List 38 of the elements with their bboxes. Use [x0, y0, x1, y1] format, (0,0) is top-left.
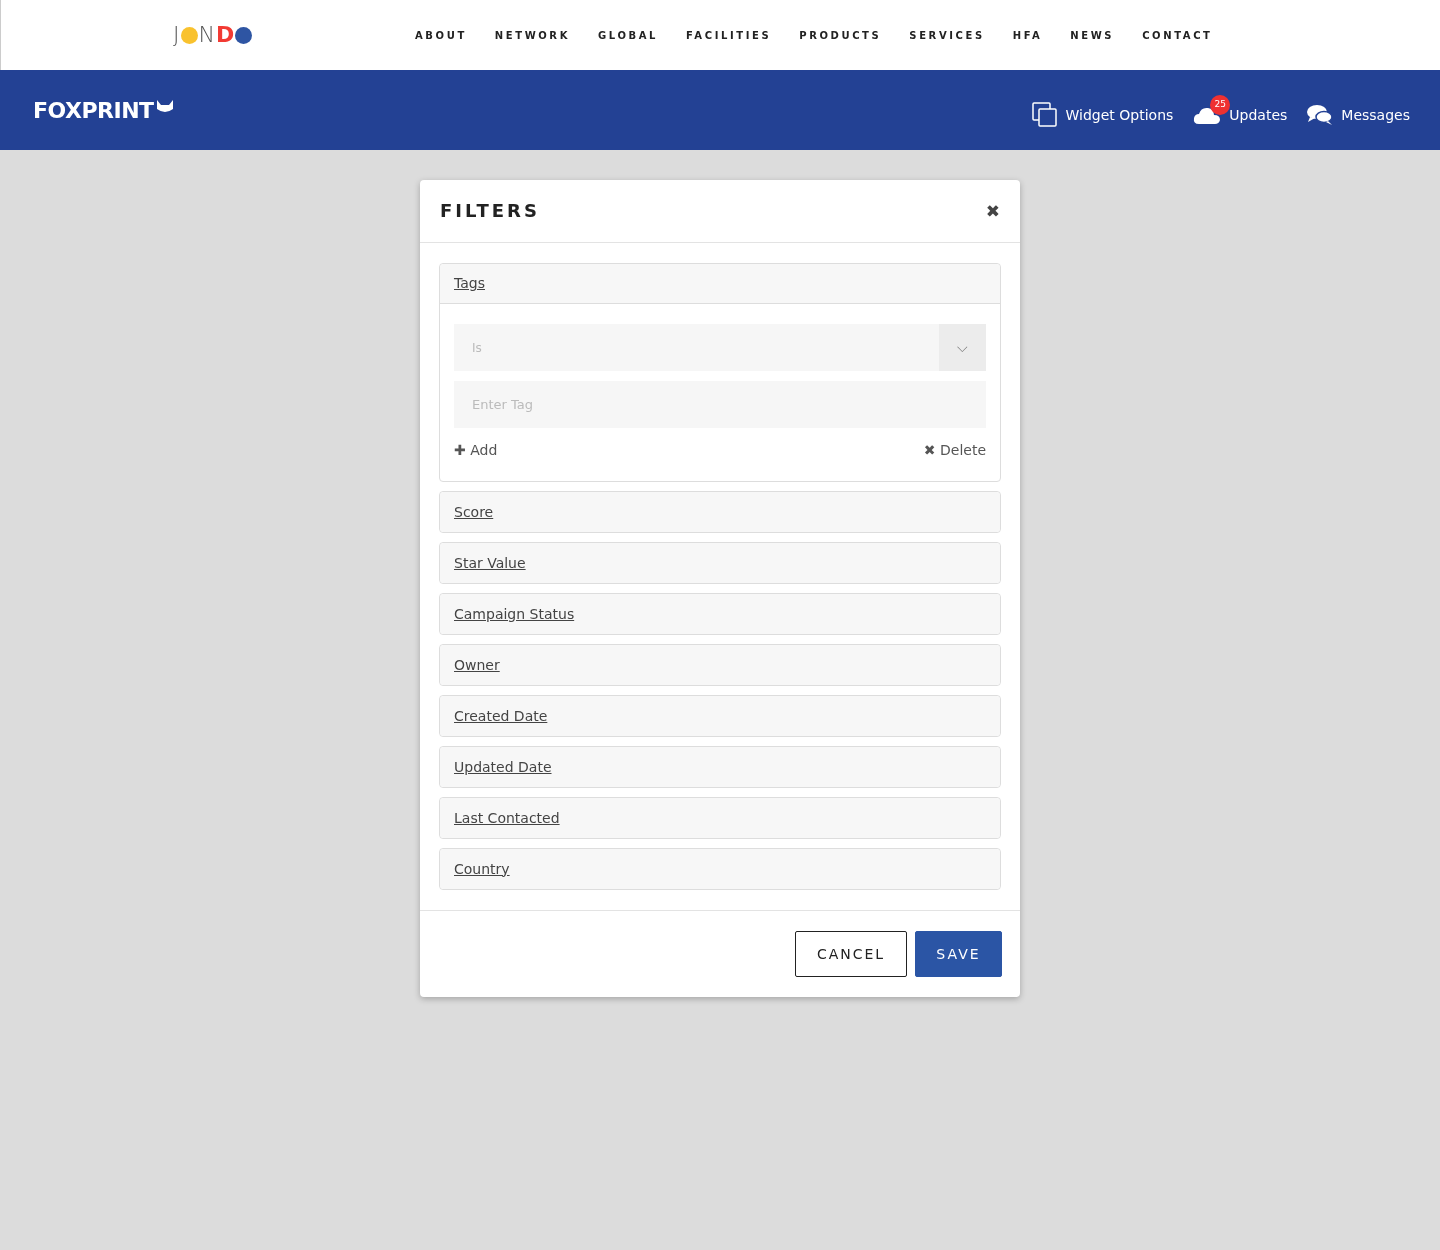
nav-link[interactable]: GLOBAL — [598, 27, 659, 43]
nav-link[interactable]: HFA — [1012, 27, 1043, 43]
filter-toggle-link[interactable]: Created Date — [454, 705, 548, 727]
toolbar-button[interactable]: Updates 25 — [1193, 94, 1288, 126]
filter-toggle-link[interactable]: Updated Date — [454, 756, 552, 778]
filter-toggle-link[interactable]: Owner — [454, 654, 500, 676]
dialog-title: FILTERS — [440, 200, 540, 222]
nav-link[interactable]: NEWS — [1070, 27, 1115, 43]
add-button[interactable]: ✚ Add — [454, 440, 498, 461]
nav-link[interactable]: ABOUT — [415, 27, 467, 43]
tag-input-field[interactable]: Enter Tag — [454, 381, 986, 428]
nav-link[interactable]: CONTACT — [1142, 27, 1213, 43]
chat-bubbles-icon — [1307, 104, 1334, 126]
filter-toggle-link[interactable]: Tags — [454, 273, 485, 294]
cat-head-icon — [155, 99, 174, 115]
stacked-squares-icon — [1031, 102, 1058, 128]
filter-toggle-link[interactable]: Country — [454, 858, 510, 880]
brand-name: FOXPRINT — [33, 96, 154, 125]
toolbar-button[interactable]: Messages — [1307, 94, 1410, 126]
delete-button[interactable]: ✖ Delete — [923, 440, 986, 461]
select-field[interactable]: Is ⌵ — [454, 324, 986, 371]
logo-letter: J — [173, 24, 180, 46]
filter-toggle-link[interactable]: Campaign Status — [454, 603, 575, 625]
toolbar-button[interactable]: Widget Options — [1031, 92, 1174, 128]
save-button[interactable]: SAVE — [915, 931, 1002, 977]
notification-count: 25 — [1210, 94, 1231, 115]
close-button[interactable]: ✖ — [985, 202, 1000, 220]
nav-link[interactable]: PRODUCTS — [799, 27, 882, 43]
filter-toggle-link[interactable]: Last Contacted — [454, 807, 560, 829]
nav-link[interactable]: SERVICES — [909, 27, 985, 43]
nav-link[interactable]: NETWORK — [494, 27, 570, 43]
filter-toggle-link[interactable]: Star Value — [454, 552, 526, 574]
logo-letter: D — [215, 24, 235, 46]
cloud-icon — [1193, 105, 1222, 125]
logo-letter: N — [198, 24, 215, 46]
nav-link[interactable]: FACILITIES — [686, 27, 772, 43]
filter-toggle-link[interactable]: Score — [454, 501, 494, 523]
cancel-button[interactable]: CANCEL — [795, 931, 907, 977]
